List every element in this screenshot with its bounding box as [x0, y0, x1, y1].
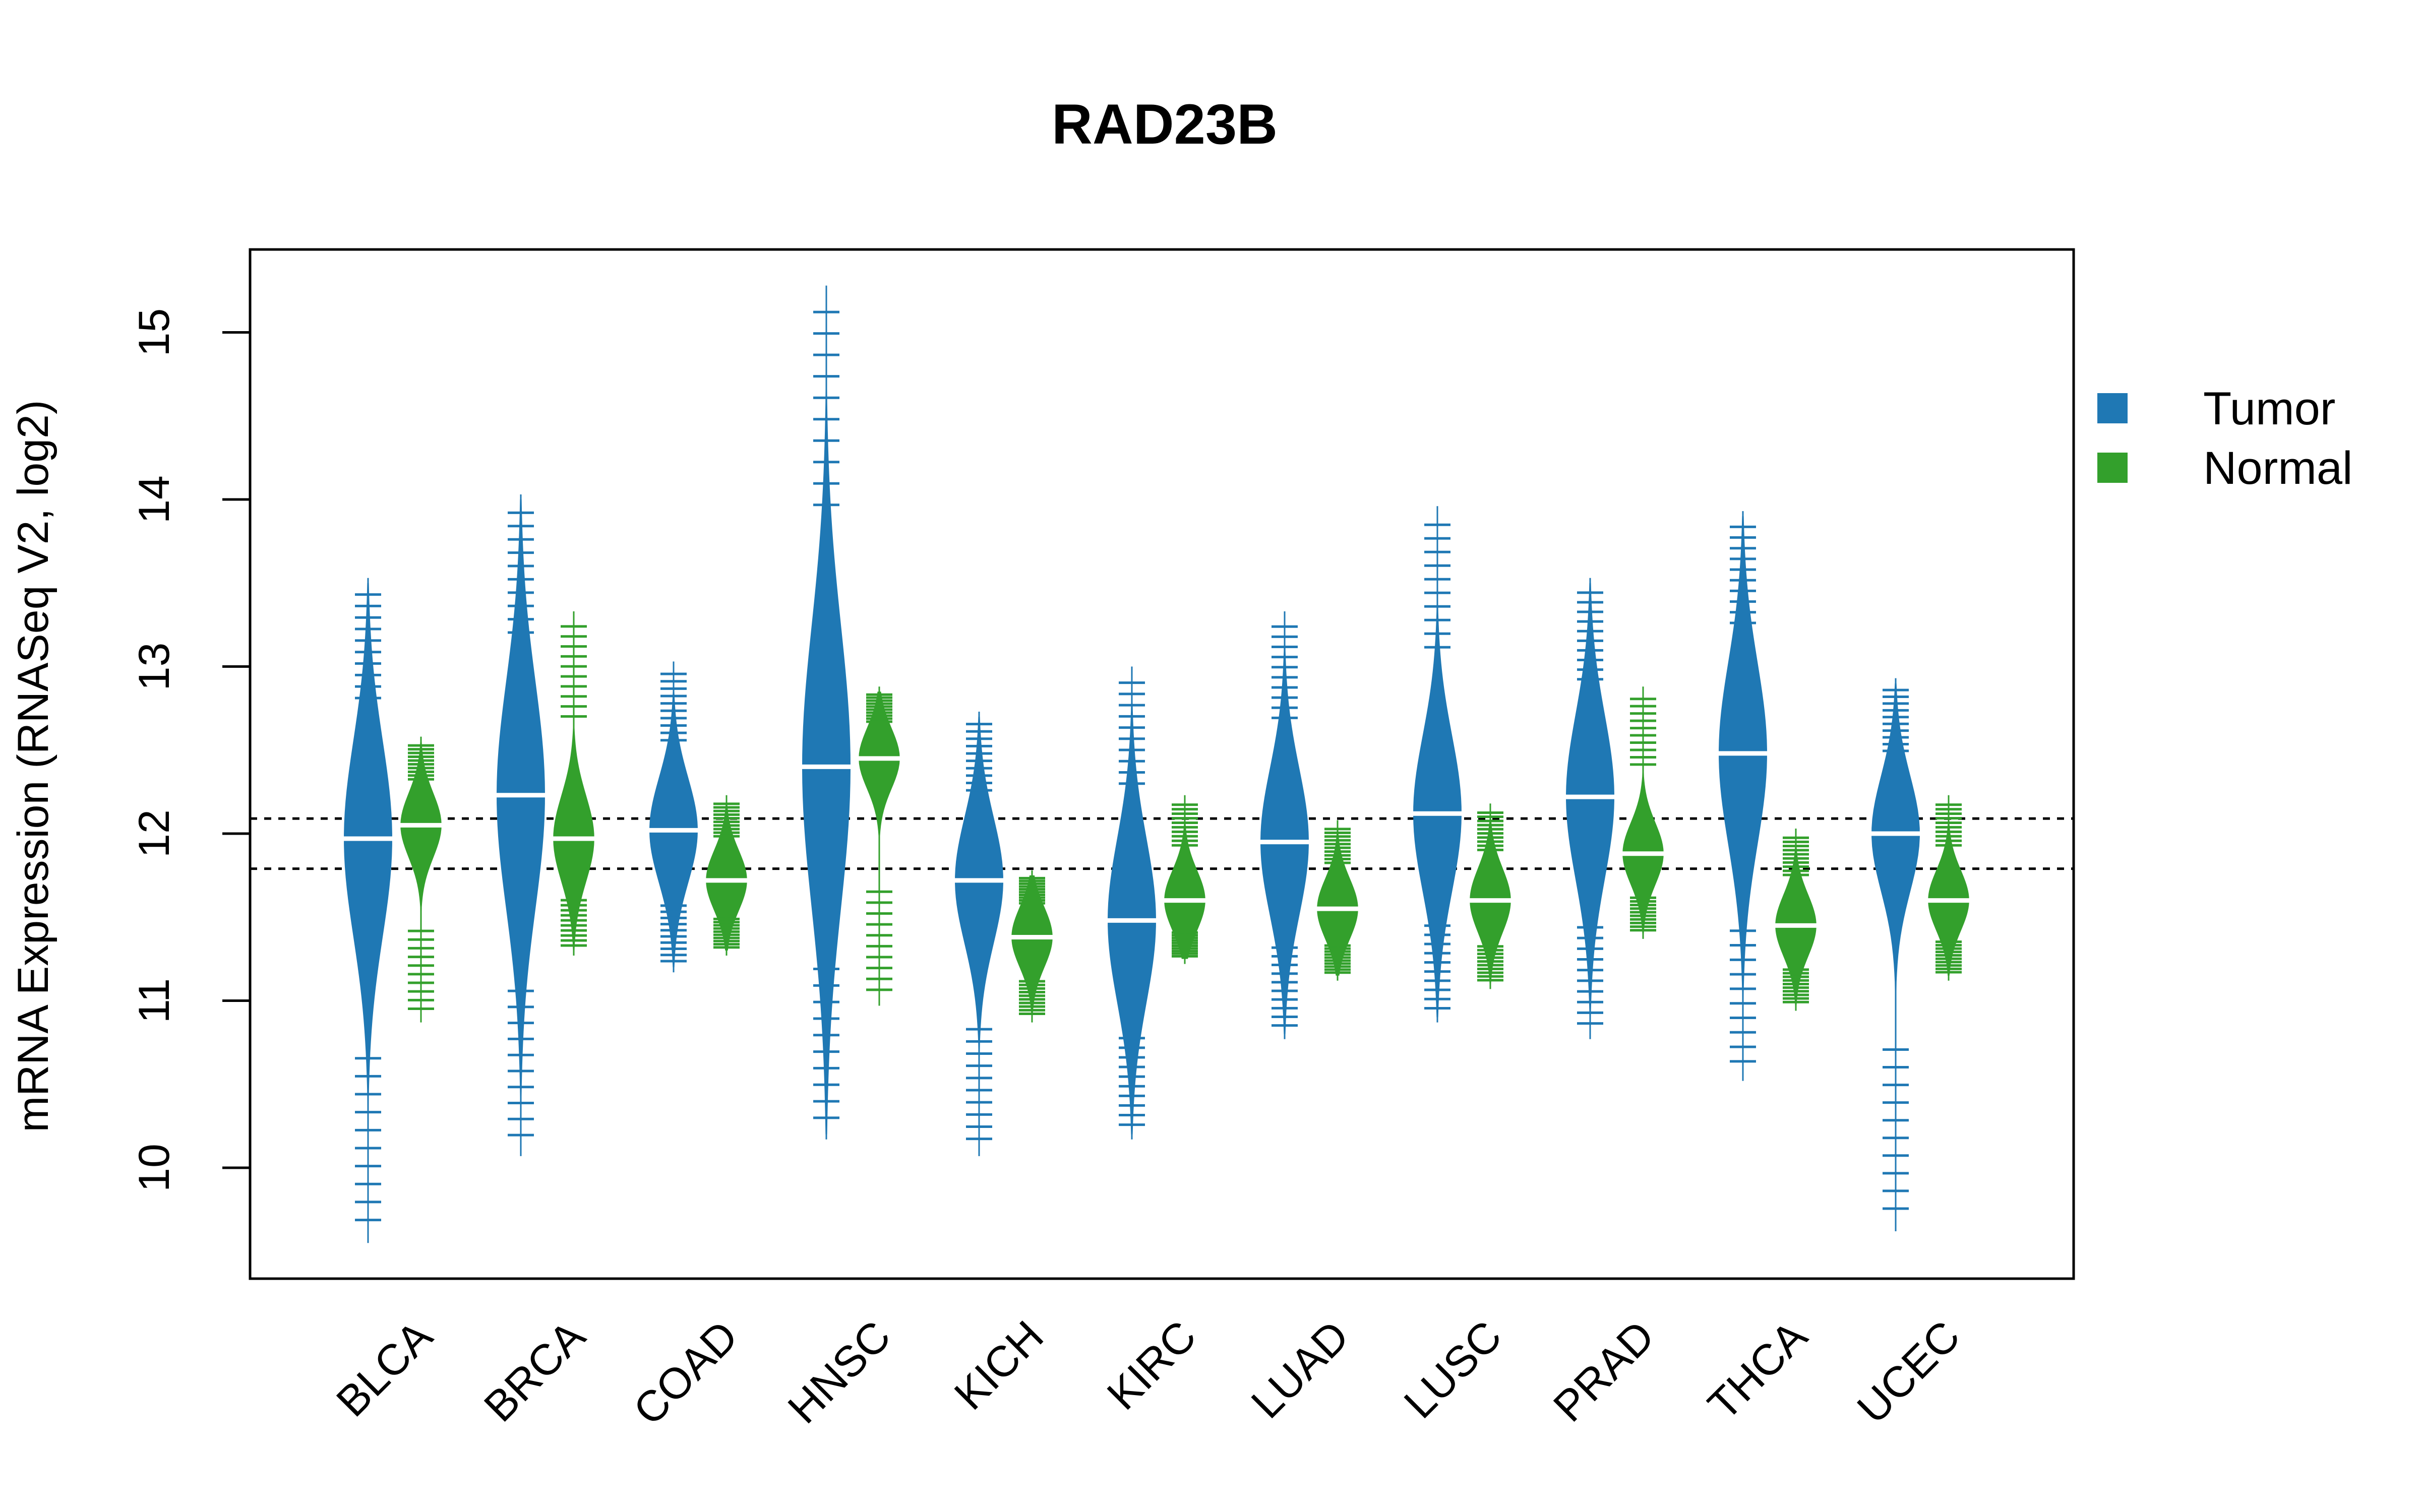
legend: Tumor Normal — [2097, 383, 2352, 494]
legend-label-normal: Normal — [2203, 443, 2352, 494]
beanplot-chart: RAD23B 10 11 12 13 14 15 BLCA BRCA COAD HNSC KICH… — [9, 93, 2352, 1434]
bean-tumor-luad — [1258, 611, 1311, 1039]
y-tick-label: 10 — [130, 1144, 178, 1192]
x-tick-label: THCA — [1699, 1311, 1817, 1429]
y-tick-label: 14 — [130, 475, 178, 524]
bean-normal-brca — [551, 611, 596, 956]
x-tick-label: LUAD — [1242, 1312, 1358, 1428]
x-tick-label: UCEC — [1848, 1312, 1969, 1433]
legend-swatch-normal — [2097, 453, 2128, 483]
bean-normal-prad — [1620, 686, 1666, 939]
x-tick-label: HNSC — [779, 1312, 900, 1433]
bean-tumor-blca — [342, 578, 394, 1243]
bean-normal-ucec — [1926, 795, 1971, 981]
y-tick-label: 13 — [130, 643, 178, 691]
beans — [342, 285, 1971, 1243]
x-tick-label: KICH — [945, 1312, 1053, 1419]
y-tick-label: 12 — [130, 809, 178, 858]
x-axis: BLCA BRCA COAD HNSC KICH KIRC LUAD LUSC PRAD THCA… — [327, 1311, 1969, 1434]
x-tick-label: PRAD — [1544, 1312, 1664, 1431]
bean-tumor-hnsc — [800, 285, 853, 1140]
x-tick-label: COAD — [624, 1312, 747, 1435]
bean-normal-lusc — [1468, 803, 1513, 989]
legend-swatch-tumor — [2097, 393, 2128, 423]
bean-normal-blca — [398, 736, 444, 1023]
bean-normal-kirc — [1162, 795, 1207, 964]
y-tick-label: 11 — [130, 978, 178, 1023]
bean-tumor-brca — [495, 494, 547, 1156]
bean-tumor-ucec — [1869, 678, 1922, 1232]
y-axis: 10 11 12 13 14 15 — [130, 308, 250, 1192]
bean-normal-hnsc — [857, 686, 902, 1006]
x-tick-label: BLCA — [327, 1311, 442, 1426]
legend-label-tumor: Tumor — [2203, 383, 2335, 434]
bean-normal-kich — [1009, 870, 1055, 1023]
y-tick-label: 15 — [130, 308, 178, 357]
bean-tumor-coad — [647, 661, 700, 973]
x-tick-label: KIRC — [1098, 1312, 1205, 1419]
x-tick-label: LUSC — [1395, 1312, 1511, 1428]
bean-normal-coad — [704, 795, 749, 956]
bean-normal-thca — [1773, 829, 1819, 1011]
bean-tumor-kirc — [1106, 666, 1158, 1140]
x-tick-label: BRCA — [475, 1311, 594, 1431]
bean-tumor-thca — [1717, 511, 1769, 1081]
bean-normal-luad — [1315, 820, 1360, 981]
chart-title: RAD23B — [1052, 93, 1278, 156]
bean-tumor-prad — [1564, 578, 1616, 1039]
y-axis-label: mRNA Expression (RNASeq V2, log2) — [9, 400, 57, 1132]
bean-tumor-lusc — [1411, 506, 1464, 1023]
bean-tumor-kich — [953, 711, 1005, 1156]
